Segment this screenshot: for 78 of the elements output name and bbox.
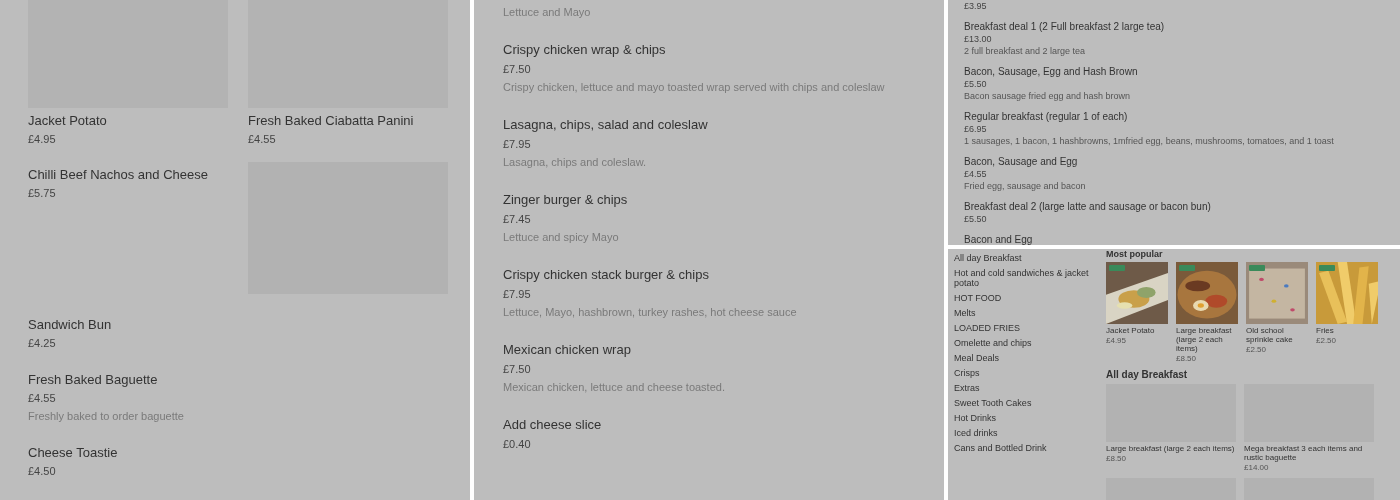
category-link[interactable]: Sweet Tooth Cakes xyxy=(954,398,1094,408)
item-name[interactable]: Fresh Baked Ciabatta Panini xyxy=(248,113,448,128)
item-price: £4.55 xyxy=(248,133,277,145)
item-name[interactable]: Mega breakfast 3 each items and rustic baguette xyxy=(1244,444,1374,462)
popular-tag-icon xyxy=(1249,265,1265,271)
item-price: £5.50 xyxy=(964,214,988,224)
item-description: Lettuce and spicy Mayo xyxy=(503,231,620,243)
item-name[interactable]: Old school sprinkle cake xyxy=(1246,326,1308,344)
item-name[interactable]: Jacket Potato xyxy=(1106,326,1168,335)
item-name[interactable]: Sandwich Bun xyxy=(28,317,112,332)
item-price: £2.50 xyxy=(1316,336,1338,345)
item-description: Bacon sausage fried egg and hash brown xyxy=(964,91,1132,101)
category-link[interactable]: Omelette and chips xyxy=(954,338,1094,348)
category-link[interactable]: LOADED FRIES xyxy=(954,323,1094,333)
item-name[interactable]: Fresh Baked Baguette xyxy=(28,372,184,387)
item-name[interactable]: Mexican chicken wrap xyxy=(503,342,944,357)
item-description: 1 sausages, 1 bacon, 1 hashbrowns, 1mfried egg, beans, mushrooms, tomatoes, and 1 toast xyxy=(964,136,1335,146)
item-name[interactable]: Large breakfast (large 2 each items) xyxy=(1106,444,1236,453)
item-price: £7.95 xyxy=(503,138,532,150)
item-description: Fried egg, sausage and bacon xyxy=(964,181,1087,191)
item-name[interactable]: Regular breakfast (regular 1 of each) xyxy=(964,111,1400,122)
popular-tag-icon xyxy=(1319,265,1335,271)
item-price: £5.50 xyxy=(964,79,988,89)
popular-tag-icon xyxy=(1179,265,1195,271)
item-price: £4.95 xyxy=(28,133,57,145)
category-link[interactable]: All day Breakfast xyxy=(954,253,1094,263)
item-name[interactable]: Breakfast deal 2 (large latte and sausage or bacon bun) xyxy=(964,201,1400,212)
section-heading: All day Breakfast xyxy=(1106,369,1189,380)
item-price: £8.50 xyxy=(1176,354,1198,363)
category-link[interactable]: Crisps xyxy=(954,368,1094,378)
item-name[interactable]: Bacon and Egg xyxy=(964,234,1400,245)
item-price: £4.95 xyxy=(1106,336,1128,345)
item-name[interactable]: Bacon, Sausage and Egg xyxy=(964,156,1400,167)
item-description: Lettuce, Mayo, hashbrown, turkey rashes, hot cheese sauce xyxy=(503,306,798,318)
item-price: £0.40 xyxy=(503,438,532,450)
item-price: £4.55 xyxy=(28,392,57,404)
popular-tag-icon xyxy=(1109,265,1125,271)
item-name[interactable]: Breakfast deal 1 (2 Full breakfast 2 large tea) xyxy=(964,21,1400,32)
item-name[interactable]: Bacon, Sausage, Egg and Hash Brown xyxy=(964,66,1400,77)
item-name[interactable]: Crispy chicken wrap & chips xyxy=(503,42,944,57)
item-price: £13.00 xyxy=(964,34,993,44)
item-price: £7.95 xyxy=(503,288,532,300)
item-name[interactable]: Jacket Potato xyxy=(28,113,228,128)
category-link[interactable]: Hot and cold sandwiches & jacket potato xyxy=(954,268,1094,288)
section-heading: Most popular xyxy=(1106,249,1164,259)
item-price: £6.95 xyxy=(964,124,988,134)
item-description: Lettuce and Mayo xyxy=(503,6,592,18)
item-price: £5.75 xyxy=(28,187,57,199)
category-link[interactable]: Meal Deals xyxy=(954,353,1094,363)
category-link[interactable]: HOT FOOD xyxy=(954,293,1094,303)
item-description: Mexican chicken, lettuce and cheese toasted. xyxy=(503,381,726,393)
item-name[interactable]: Add cheese slice xyxy=(503,417,944,432)
item-price: £7.50 xyxy=(503,63,532,75)
item-price: £4.55 xyxy=(964,169,988,179)
item-description: Crispy chicken, lettuce and mayo toasted wrap served with chips and coleslaw xyxy=(503,81,886,93)
item-name[interactable]: Large breakfast (large 2 each items) xyxy=(1176,326,1238,353)
category-link[interactable]: Hot Drinks xyxy=(954,413,1094,423)
item-price: £8.50 xyxy=(1106,454,1128,463)
item-description: Freshly baked to order baguette xyxy=(28,410,184,422)
item-name[interactable]: Chilli Beef Nachos and Cheese xyxy=(28,167,208,182)
item-description: 2 full breakfast and 2 large tea xyxy=(964,46,1087,56)
category-link[interactable]: Iced drinks xyxy=(954,428,1094,438)
item-name[interactable]: Fries xyxy=(1316,326,1378,335)
item-description: Lasagna, chips and coleslaw. xyxy=(503,156,648,168)
category-link[interactable]: Melts xyxy=(954,308,1094,318)
category-link[interactable]: Cans and Bottled Drink xyxy=(954,443,1094,453)
item-price: £2.50 xyxy=(1246,345,1268,354)
item-name[interactable]: Lasagna, chips, salad and coleslaw xyxy=(503,117,944,132)
item-name[interactable]: Crispy chicken stack burger & chips xyxy=(503,267,944,282)
item-price: £14.00 xyxy=(1244,463,1270,472)
item-price: £4.50 xyxy=(28,465,57,477)
category-link[interactable]: Extras xyxy=(954,383,1094,393)
item-price: £4.25 xyxy=(28,337,57,349)
item-price: £3.95 xyxy=(964,1,988,11)
item-name[interactable]: Cheese Toastie xyxy=(28,445,118,460)
item-price: £7.45 xyxy=(503,213,532,225)
item-price: £7.50 xyxy=(503,363,532,375)
item-name[interactable]: Zinger burger & chips xyxy=(503,192,944,207)
